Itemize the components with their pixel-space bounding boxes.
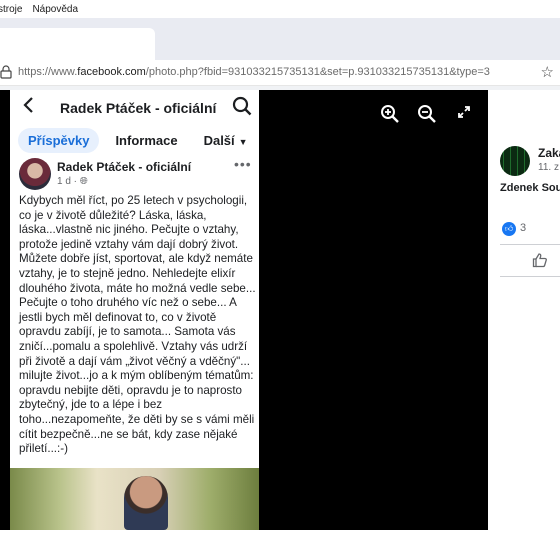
- fullscreen-icon[interactable]: [453, 104, 475, 126]
- post-text: Kdybych měl říct, po 25 letech v psychol…: [19, 194, 256, 456]
- like-reaction-icon[interactable]: 👍︎: [502, 222, 516, 236]
- comments-panel: Zaká 11. z Zdenek Sou 👍︎ 3: [488, 90, 560, 560]
- comment-date[interactable]: 11. z: [538, 162, 559, 173]
- menu-item-tools[interactable]: stroje: [0, 4, 26, 15]
- person-photo: [124, 476, 168, 530]
- like-count[interactable]: 3: [520, 222, 526, 234]
- menu-bar: stroje Nápověda: [0, 0, 560, 18]
- like-button-icon[interactable]: [532, 252, 548, 272]
- caret-down-icon: ▼: [238, 136, 248, 147]
- url-text[interactable]: https://www.facebook.com/photo.php?fbid=…: [18, 66, 490, 78]
- tab-strip: [0, 18, 560, 60]
- tab-posts: Příspěvky: [18, 127, 100, 153]
- zoom-in-icon[interactable]: [379, 104, 401, 126]
- search-icon: [232, 96, 252, 118]
- tab-info: Informace: [115, 132, 178, 148]
- commenter-name[interactable]: Zaká: [538, 146, 560, 160]
- bookmark-star-icon[interactable]: ☆: [541, 63, 554, 81]
- bottom-area: [0, 530, 488, 560]
- commenter-avatar[interactable]: [500, 146, 530, 176]
- divider: [500, 244, 560, 245]
- phone-header: Radek Ptáček - oficiální: [10, 90, 259, 130]
- browser-tab-active[interactable]: [0, 28, 155, 60]
- tagged-name[interactable]: Zdenek Sou: [500, 182, 560, 194]
- more-options-icon: •••: [234, 156, 252, 172]
- author-avatar: [19, 158, 51, 190]
- post-author: Radek Ptáček - oficiální: [57, 160, 192, 174]
- globe-icon: 🌐︎: [79, 176, 88, 187]
- page-title: Radek Ptáček - oficiální: [60, 100, 217, 116]
- profile-tabs: Příspěvky Informace Další ▼: [18, 126, 259, 154]
- zoom-out-icon[interactable]: [416, 104, 438, 126]
- menu-item-help[interactable]: Nápověda: [32, 4, 82, 15]
- divider: [500, 276, 560, 277]
- phone-screenshot: Radek Ptáček - oficiální Příspěvky Infor…: [10, 90, 259, 530]
- back-arrow-icon: [21, 96, 35, 120]
- tab-more: Další ▼: [203, 132, 248, 148]
- post-photo: [10, 468, 259, 530]
- lock-icon[interactable]: [0, 65, 12, 79]
- address-bar[interactable]: https://www.facebook.com/photo.php?fbid=…: [0, 60, 560, 86]
- post-meta: 1 d · 🌐︎: [57, 176, 88, 187]
